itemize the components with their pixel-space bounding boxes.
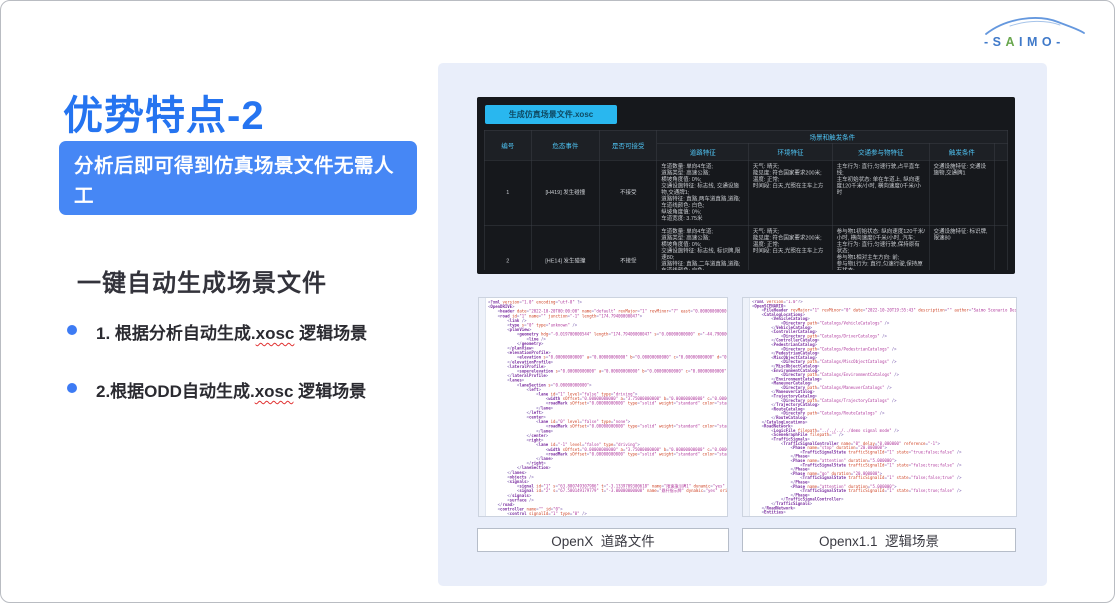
bullet-text-2: 2.根据ODD自动生成.xosc 逻辑场景 (96, 377, 366, 402)
bullet-1-suffix: 逻辑场景 (294, 324, 368, 343)
bullet-1-spellcheck-word: xosc (255, 324, 295, 343)
cell-event: [HE14] 发生碰撞 (531, 225, 600, 270)
openscenario-code-body: <?xml version="1.0"?> <OpenSCENARIO> <Fil… (752, 300, 1016, 516)
col-header-spacer (994, 143, 1008, 161)
cell-trigger: 交通设施特征: 交通设施物,交通牌1 (928, 160, 995, 226)
code-gutter (743, 298, 750, 516)
opendrive-code-screenshot: <?xml version="1.0" encoding="utf-8" ?> <… (478, 297, 728, 517)
car-swoosh-icon: -SAIMO- (984, 17, 1085, 49)
bullet-2-suffix: 逻辑场景 (293, 382, 367, 401)
saimo-logo: -SAIMO- (980, 13, 1088, 55)
scenario-table: 编号 危态事件 是否可接受 场景和触发条件 道路特征 环境特征 交通参与物特征 … (484, 130, 1008, 270)
cell-participants: 参与物1初始状态: 纵向速度120千米/小时, 横向速度0千米/小时, 汽车; … (832, 225, 930, 270)
bullet-1-prefix: 1. 根据分析自动生成. (96, 324, 256, 343)
cell-acceptable: 不接受 (599, 225, 658, 270)
cell-participants: 主车行为: 直行,匀速行驶,占平直车线; 主车初始状态: 单在车道上, 纵向速度… (832, 160, 930, 226)
highlight-line-1: 分析后即可得到仿真场景文件无需人工 (74, 155, 395, 208)
bullet-text-1: 1. 根据分析自动生成.xosc 逻辑场景 (96, 319, 367, 344)
svg-text:-SAIMO-: -SAIMO- (984, 35, 1060, 49)
col-header-id: 编号 (484, 130, 532, 161)
col-header-event: 危态事件 (531, 130, 600, 161)
opendrive-code-body: <?xml version="1.0" encoding="utf-8" ?> <… (488, 300, 727, 516)
scenario-table-screenshot: 生成仿真场景文件.xosc 编号 危态事件 是否可接受 场景和触发条件 道路特征… (477, 97, 1015, 274)
table-row: 2 [HE14] 发生碰撞 不接受 车道数量: 单向4车道; 道路类型: 高速公… (484, 225, 1008, 270)
col-header-road: 道路特征 (656, 143, 749, 161)
cell-acceptable: 不接受 (599, 160, 658, 226)
bullet-dot-icon (67, 383, 77, 393)
highlight-line-2: 再次搭建 (74, 215, 155, 238)
cell-env: 天气: 晴天; 能见度: 符合国家要求200米; 温度: 正常; 时间段: 白天… (748, 160, 833, 226)
col-header-acceptable: 是否可接受 (599, 130, 658, 161)
generate-xosc-button[interactable]: 生成仿真场景文件.xosc (485, 105, 617, 124)
bullet-dot-icon (67, 325, 77, 335)
col-header-env: 环境特征 (748, 143, 833, 161)
cell-env: 天气: 晴天; 能见度: 符合国家要求200米; 温度: 正常; 时间段: 白天… (748, 225, 833, 270)
bullet-2-spellcheck-word: xosc (254, 382, 294, 401)
bullet-2-prefix: 2.根据ODD自动生成. (96, 382, 255, 401)
cell-road: 车道数量: 单向4车道; 道路类型: 高速公路; 横坡角度值: 0%; 交通设施… (656, 225, 749, 270)
list-item: 2.根据ODD自动生成.xosc 逻辑场景 (63, 377, 453, 402)
bullet-list: 1. 根据分析自动生成.xosc 逻辑场景 2.根据ODD自动生成.xosc 逻… (63, 319, 453, 435)
page-title: 优势特点-2 (63, 94, 265, 138)
caption-openx-road-file: OpenX 道路文件 (477, 528, 729, 552)
cell-event: [H419] 发生碰撞 (531, 160, 600, 226)
slide: -SAIMO- 优势特点-2 分析后即可得到仿真场景文件无需人工 再次搭建 一键… (0, 0, 1115, 603)
cell-spacer (994, 225, 1008, 270)
code-gutter (479, 298, 486, 516)
cell-trigger: 交通设施特征: 标识牌,限速80 (928, 225, 995, 270)
list-item: 1. 根据分析自动生成.xosc 逻辑场景 (63, 319, 453, 344)
section-heading: 一键自动生成场景文件 (77, 270, 327, 297)
highlight-box: 分析后即可得到仿真场景文件无需人工 再次搭建 (59, 141, 417, 237)
caption-openx-logical-scenario: Openx1.1 逻辑场景 (742, 528, 1016, 552)
openscenario-code-screenshot: <?xml version="1.0"?> <OpenSCENARIO> <Fil… (742, 297, 1017, 517)
cell-id: 1 (484, 160, 532, 226)
cell-road: 车道数量: 单向4车道; 道路类型: 高速公路; 横坡角度值: 0%; 交通设施… (656, 160, 749, 226)
scenario-table-wrap: 编号 危态事件 是否可接受 场景和触发条件 道路特征 环境特征 交通参与物特征 … (484, 130, 1008, 270)
cell-id: 2 (484, 225, 532, 270)
col-header-merged: 场景和触发条件 (656, 130, 1008, 144)
col-header-trigger: 触发条件 (928, 143, 995, 161)
table-row: 1 [H419] 发生碰撞 不接受 车道数量: 单向4车道; 道路类型: 高速公… (484, 160, 1008, 226)
code-line: <Entities> (752, 510, 786, 515)
cell-spacer (994, 160, 1008, 226)
col-header-participants: 交通参与物特征 (832, 143, 930, 161)
content-panel: 生成仿真场景文件.xosc 编号 危态事件 是否可接受 场景和触发条件 道路特征… (438, 63, 1047, 586)
